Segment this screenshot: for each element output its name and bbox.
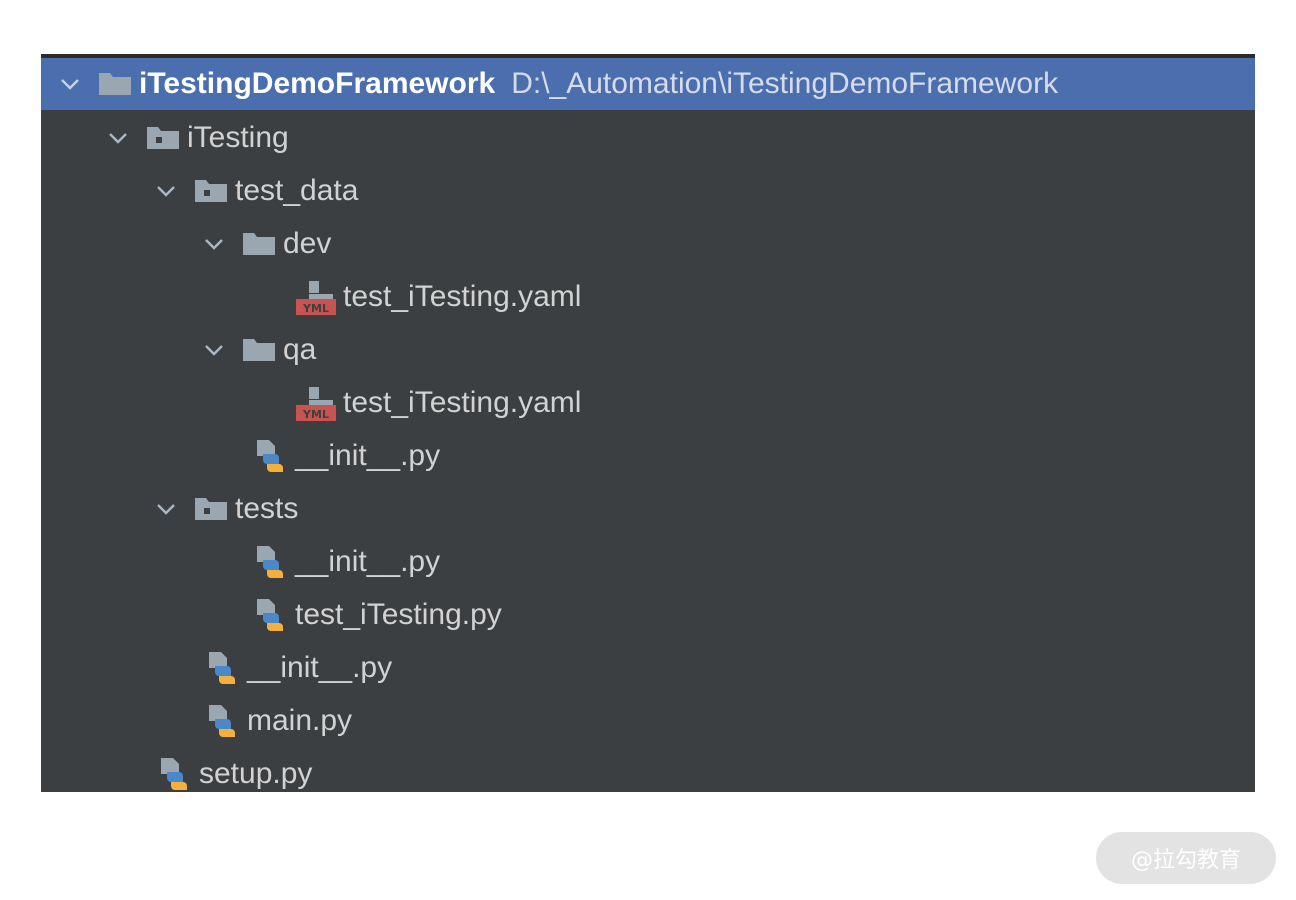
chevron-down-icon[interactable] <box>155 498 177 520</box>
tree-item-label: test_data <box>235 173 359 207</box>
yaml-file-icon: YML <box>295 277 337 317</box>
watermark-badge: @拉勾教育 <box>1096 832 1276 884</box>
tree-item-label: __init__.py <box>295 438 441 472</box>
tree-row-qa[interactable]: qa <box>41 323 1255 376</box>
root-folder-path: D:\_Automation\iTestingDemoFramework <box>511 67 1059 100</box>
folder-icon <box>97 71 133 97</box>
package-folder-icon <box>193 496 229 522</box>
tree-item-label: __init__.py <box>295 544 441 578</box>
folder-icon <box>241 337 277 363</box>
tree-item-label: test_iTesting.yaml <box>343 385 582 419</box>
chevron-down-icon[interactable] <box>59 73 81 95</box>
root-folder-label: iTestingDemoFramework <box>139 67 496 100</box>
tree-item-label: main.py <box>247 703 353 737</box>
tree-item-label: setup.py <box>199 756 313 790</box>
tree-row-test-data-init[interactable]: __init__.py <box>41 429 1255 482</box>
tree-item-label: __init__.py <box>247 650 393 684</box>
tree-row-root[interactable]: iTestingDemoFramework D:\_Automation\iTe… <box>41 58 1255 110</box>
tree-item-label: iTesting <box>187 120 289 154</box>
tree-item-label: test_iTesting.py <box>295 597 502 631</box>
tree-item-label: qa <box>283 332 317 366</box>
python-file-icon <box>205 648 241 688</box>
chevron-down-icon[interactable] <box>203 339 225 361</box>
tree-row-setup[interactable]: setup.py <box>41 747 1255 792</box>
tree-row-itesting[interactable]: iTesting <box>41 111 1255 164</box>
tree-row-qa-yaml[interactable]: YML test_iTesting.yaml <box>41 376 1255 429</box>
python-file-icon <box>253 542 289 582</box>
tree-row-itesting-init[interactable]: __init__.py <box>41 641 1255 694</box>
package-folder-icon <box>145 125 181 151</box>
tree-item-label: test_iTesting.yaml <box>343 279 582 313</box>
chevron-down-icon[interactable] <box>107 127 129 149</box>
svg-text:YML: YML <box>302 408 329 421</box>
tree-item-label: tests <box>235 491 299 525</box>
python-file-icon <box>205 701 241 741</box>
tree-row-dev[interactable]: dev <box>41 217 1255 270</box>
tree-row-main[interactable]: main.py <box>41 694 1255 747</box>
svg-text:YML: YML <box>302 302 329 315</box>
python-file-icon <box>253 436 289 476</box>
tree-row-tests-init[interactable]: __init__.py <box>41 535 1255 588</box>
python-file-icon <box>157 754 193 793</box>
tree-row-tests[interactable]: tests <box>41 482 1255 535</box>
chevron-down-icon[interactable] <box>155 180 177 202</box>
project-tree-panel: iTestingDemoFramework D:\_Automation\iTe… <box>41 54 1255 792</box>
package-folder-icon <box>193 178 229 204</box>
tree-row-tests-file[interactable]: test_iTesting.py <box>41 588 1255 641</box>
tree-item-label: dev <box>283 226 332 260</box>
tree-row-dev-yaml[interactable]: YML test_iTesting.yaml <box>41 270 1255 323</box>
tree-row-test-data[interactable]: test_data <box>41 164 1255 217</box>
python-file-icon <box>253 595 289 635</box>
chevron-down-icon[interactable] <box>203 233 225 255</box>
folder-icon <box>241 231 277 257</box>
yaml-file-icon: YML <box>295 383 337 423</box>
